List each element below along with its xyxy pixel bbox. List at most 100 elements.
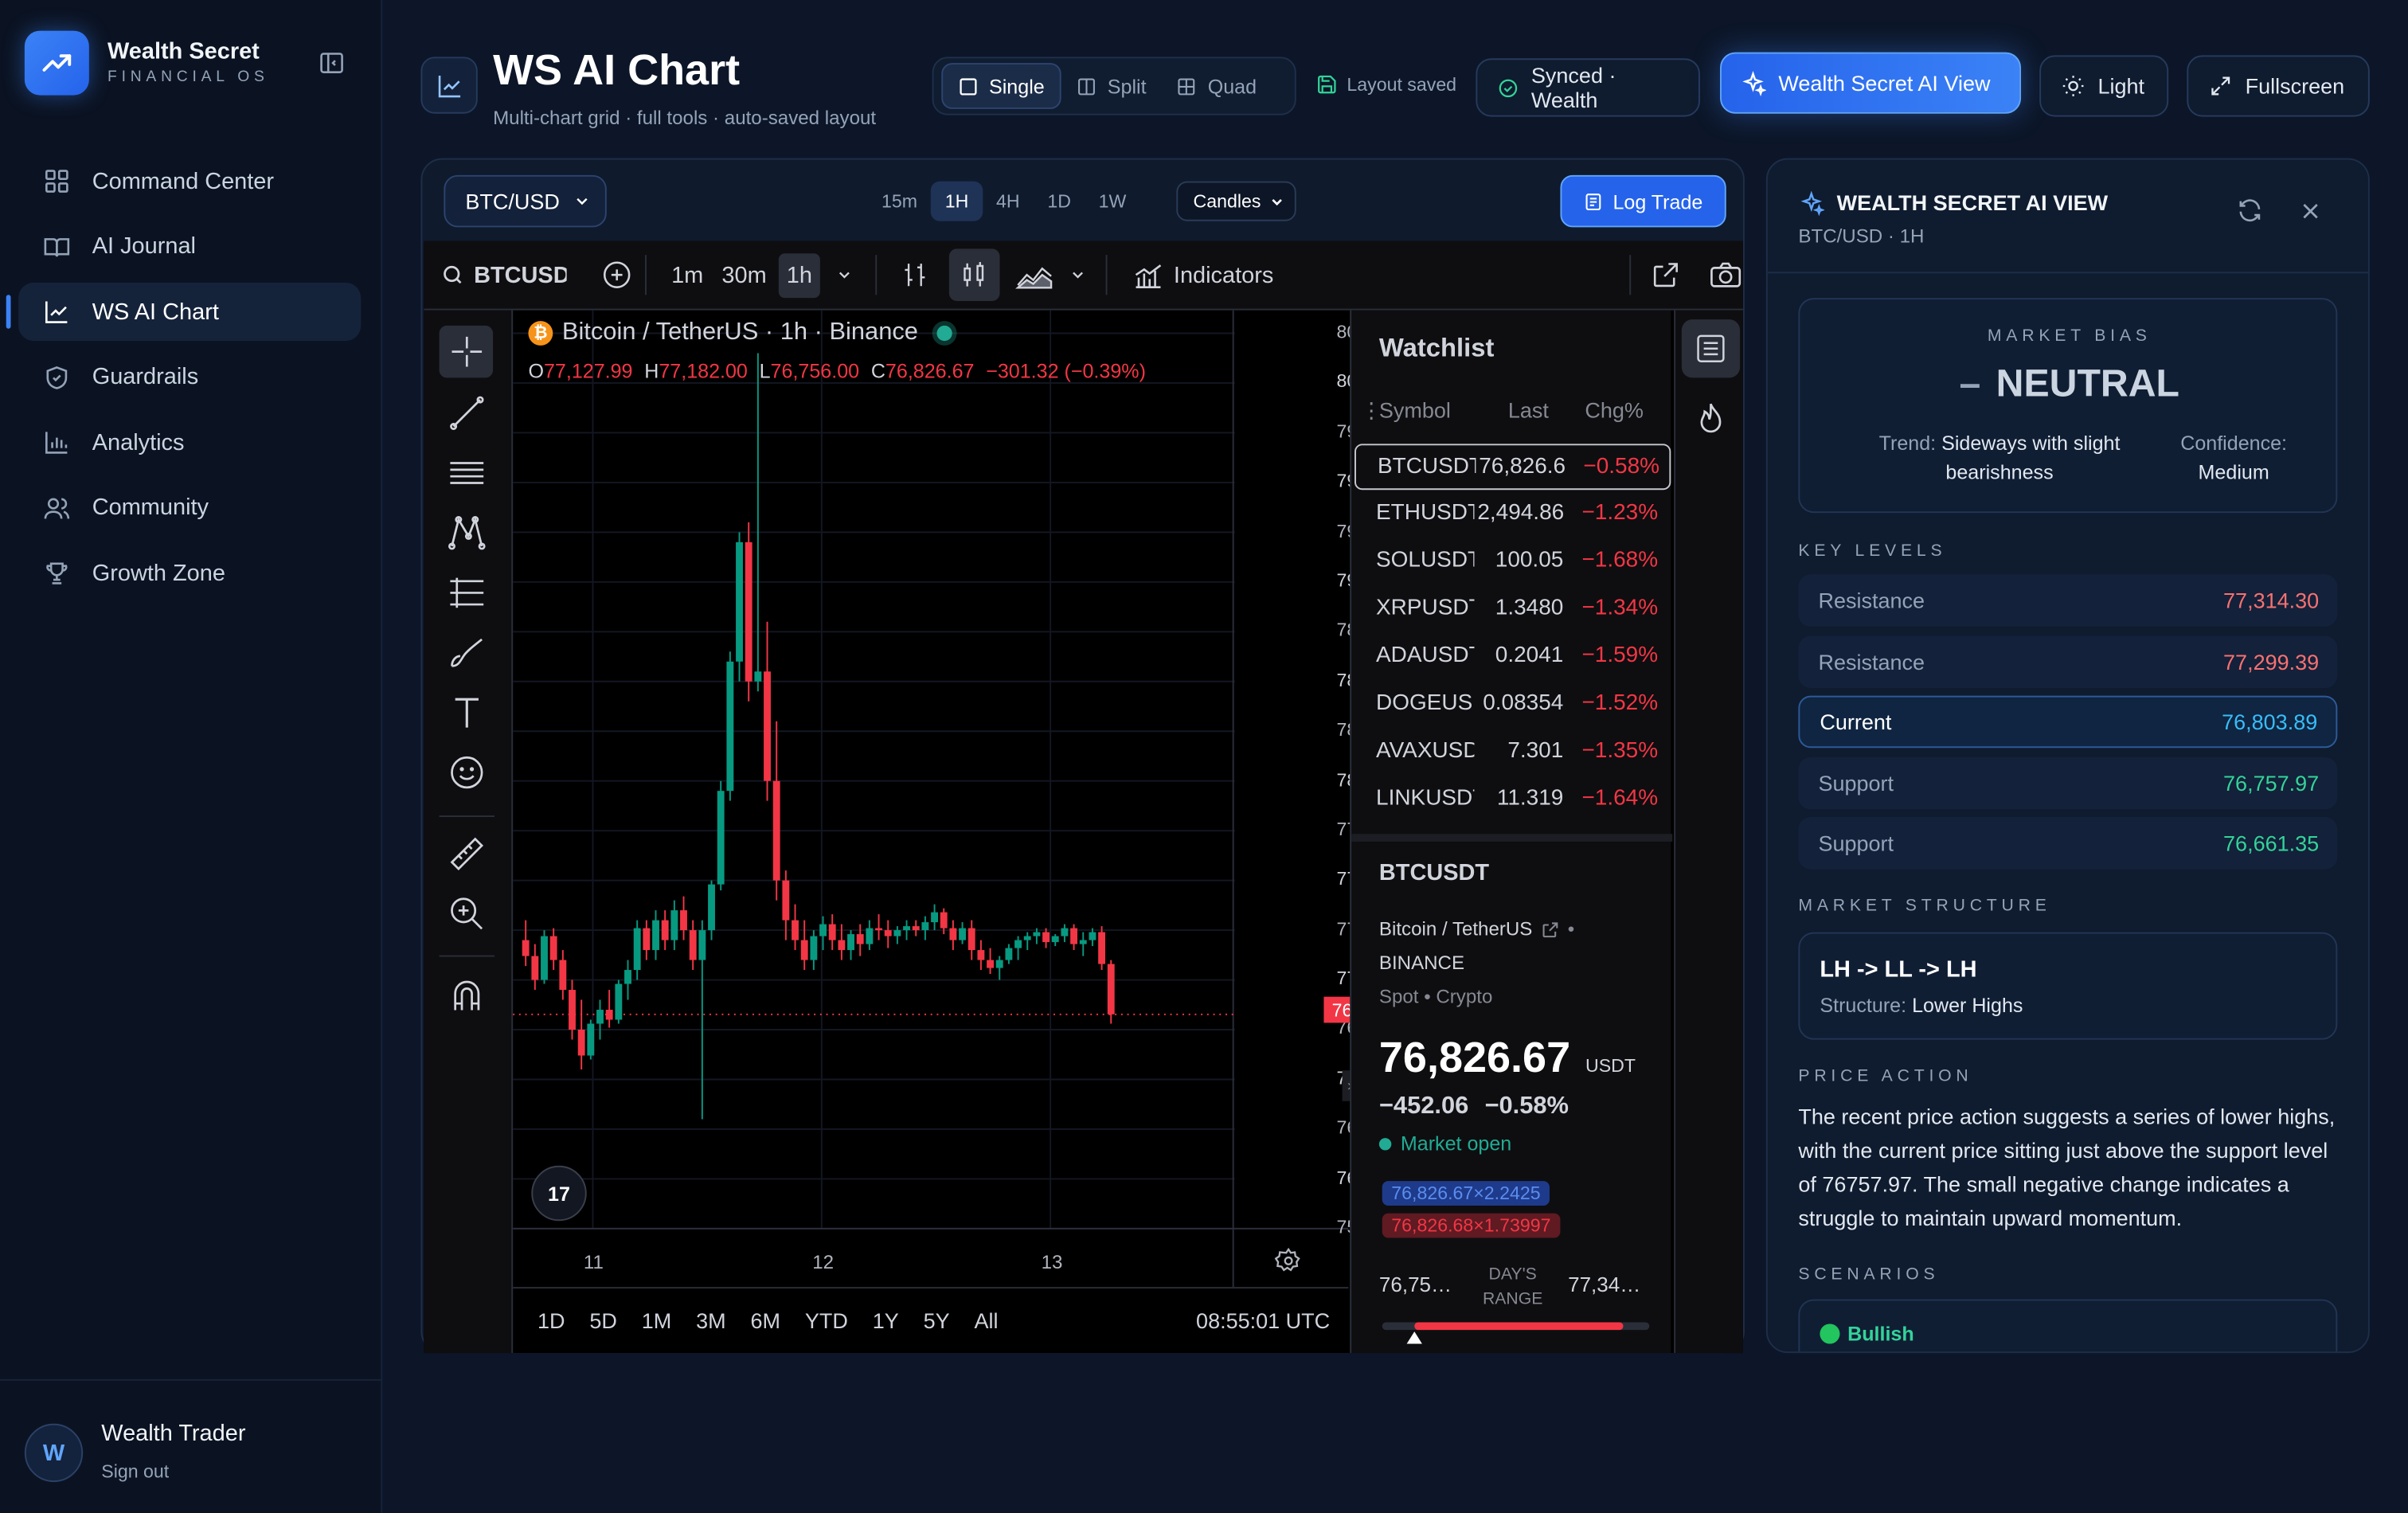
range-1d[interactable]: 1D bbox=[538, 1308, 565, 1333]
chart-settings-button[interactable] bbox=[1274, 1247, 1303, 1275]
sidebar-item-analytics[interactable]: Analytics bbox=[18, 413, 361, 471]
tab-tf-1w[interactable]: 1W bbox=[1085, 182, 1140, 221]
close-button[interactable] bbox=[2297, 198, 2324, 225]
watchlist-col-last[interactable]: Last bbox=[1508, 398, 1549, 423]
key-level-row[interactable]: Resistance 77,314.30 bbox=[1798, 574, 2338, 627]
fullscreen-button[interactable]: Fullscreen bbox=[2187, 55, 2370, 117]
ai-panel-divider bbox=[1767, 272, 2368, 274]
range-5d[interactable]: 5D bbox=[589, 1308, 617, 1333]
watchlist-row[interactable]: LINKUSDT 11.319 −1.64% bbox=[1354, 777, 1671, 823]
range-1y[interactable]: 1Y bbox=[873, 1308, 899, 1333]
watchlist-row[interactable]: DOGEUSDT 0.08354 −1.52% bbox=[1354, 682, 1671, 728]
tv-symbol-search[interactable]: BTCUSD bbox=[474, 262, 566, 288]
range-1m[interactable]: 1M bbox=[642, 1308, 672, 1333]
sidebar-item-ws-ai-chart[interactable]: WS AI Chart bbox=[18, 282, 362, 342]
watchlist-row[interactable]: SOLUSDT 100.05 −1.68% bbox=[1354, 539, 1671, 585]
brush-tool[interactable] bbox=[440, 627, 494, 679]
candle-style-button[interactable] bbox=[948, 248, 1000, 302]
candlestick-chart[interactable] bbox=[513, 310, 1349, 1288]
range-5y[interactable]: 5Y bbox=[924, 1308, 950, 1333]
tv-indicators-button[interactable]: Indicators bbox=[1174, 262, 1273, 288]
refresh-button[interactable] bbox=[2236, 197, 2264, 225]
bid-badge: 76,826.67×2.2425 bbox=[1382, 1181, 1550, 1206]
range-all[interactable]: All bbox=[975, 1308, 999, 1333]
indicators-icon[interactable] bbox=[1132, 258, 1164, 291]
tv-interval-1m[interactable]: 1m bbox=[671, 262, 703, 288]
chevron-down-icon[interactable] bbox=[1069, 266, 1087, 284]
watchlist-row[interactable]: AVAXUSDT 7.301 −1.35% bbox=[1354, 729, 1671, 776]
sidebar-item-community[interactable]: Community bbox=[18, 479, 361, 537]
sidebar-item-ai-journal[interactable]: AI Journal bbox=[18, 217, 361, 276]
watchlist-toggle-button[interactable] bbox=[1681, 319, 1741, 378]
layout-quad-button[interactable]: Quad bbox=[1162, 63, 1272, 109]
layout-single-button[interactable]: Single bbox=[941, 63, 1061, 109]
external-link-icon[interactable] bbox=[1650, 258, 1683, 291]
range-6m[interactable]: 6M bbox=[751, 1308, 781, 1333]
sidebar-item-growth-zone[interactable]: Growth Zone bbox=[18, 544, 361, 602]
watchlist-row[interactable]: ETHUSDT 2,494.86 −1.23% bbox=[1354, 491, 1671, 538]
price-chart[interactable]: ₿ Bitcoin / TetherUS · 1h · Binance O77,… bbox=[513, 310, 1422, 1288]
tab-tf-1d[interactable]: 1D bbox=[1034, 182, 1085, 221]
hot-list-button[interactable] bbox=[1682, 390, 1740, 448]
zoom-tool[interactable] bbox=[440, 888, 494, 940]
market-bias-label: MARKET BIAS bbox=[1987, 326, 2152, 346]
candle-body bbox=[819, 924, 827, 936]
external-link-icon[interactable] bbox=[1540, 919, 1560, 939]
layout-split-button[interactable]: Split bbox=[1061, 63, 1162, 109]
tradingview-logo[interactable]: 17 bbox=[531, 1165, 587, 1222]
tv-interval-30m[interactable]: 30m bbox=[721, 262, 766, 288]
bar-style-icon[interactable] bbox=[901, 260, 930, 291]
tab-tf-1h[interactable]: 1H bbox=[931, 181, 983, 221]
key-level-row[interactable]: Resistance 77,299.39 bbox=[1798, 635, 2338, 688]
chevron-down-icon bbox=[1272, 198, 1282, 205]
trend-line-tool[interactable] bbox=[440, 387, 494, 440]
range-ytd[interactable]: YTD bbox=[805, 1308, 848, 1333]
sidebar-item-guardrails[interactable]: Guardrails bbox=[18, 348, 361, 406]
watchlist-title: Watchlist bbox=[1378, 333, 1495, 363]
key-levels-label: KEY LEVELS bbox=[1798, 541, 1947, 561]
tab-tf-4h[interactable]: 4H bbox=[983, 182, 1034, 221]
app-root: Wealth Secret FINANCIAL OS Command Cente… bbox=[0, 0, 2408, 1513]
brand-logo[interactable] bbox=[24, 30, 89, 96]
watchlist-cell-last: 0.08354 bbox=[1483, 690, 1564, 716]
watchlist-row[interactable]: XRPUSDT 1.3480 −1.34% bbox=[1354, 587, 1671, 633]
tv-interval-1h[interactable]: 1h bbox=[779, 252, 820, 298]
utc-clock[interactable]: 08:55:01 UTC bbox=[1196, 1308, 1330, 1333]
chevron-down-icon[interactable] bbox=[835, 266, 853, 284]
scenario-card-bullish[interactable]: Bullish bbox=[1798, 1299, 2338, 1352]
pattern-tool[interactable] bbox=[440, 506, 494, 559]
avatar[interactable]: W bbox=[24, 1423, 84, 1483]
watchlist-row[interactable]: BTCUSDT76,826.67 −0.58% bbox=[1354, 444, 1671, 491]
crosshair-tool[interactable] bbox=[439, 325, 494, 378]
watchlist-col-symbol[interactable]: Symbol bbox=[1379, 398, 1451, 423]
ruler-tool[interactable] bbox=[440, 828, 494, 881]
sidebar-collapse-button[interactable] bbox=[318, 49, 346, 77]
add-circle-icon[interactable] bbox=[600, 258, 633, 291]
area-chart-icon[interactable] bbox=[1014, 260, 1054, 291]
price-action-text: The recent price action suggests a serie… bbox=[1798, 1104, 2336, 1230]
horizontal-lines-tool[interactable] bbox=[440, 447, 494, 499]
key-level-row[interactable]: Support 76,757.97 bbox=[1798, 756, 2338, 809]
fib-tool[interactable] bbox=[440, 567, 494, 620]
emoji-tool[interactable] bbox=[440, 746, 494, 799]
sidebar-item-command-center[interactable]: Command Center bbox=[18, 152, 361, 210]
sign-out-link[interactable]: Sign out bbox=[101, 1460, 169, 1482]
chart-type-select[interactable]: Candles bbox=[1176, 181, 1296, 221]
watchlist-col-chg[interactable]: Chg% bbox=[1585, 398, 1644, 423]
candle-body bbox=[1098, 932, 1106, 964]
chart-legend-title: Bitcoin / TetherUS · 1h · Binance bbox=[561, 319, 918, 346]
symbol-select[interactable]: BTC/USD bbox=[444, 174, 607, 228]
text-tool[interactable] bbox=[440, 686, 494, 739]
key-level-row[interactable]: Current 76,803.89 bbox=[1798, 695, 2338, 749]
watchlist-row[interactable]: ADAUSDT 0.2041 −1.59% bbox=[1354, 635, 1671, 681]
light-mode-button[interactable]: Light bbox=[2039, 55, 2169, 117]
tab-tf-15m[interactable]: 15m bbox=[868, 182, 932, 221]
ai-view-button[interactable]: Wealth Secret AI View bbox=[1720, 52, 2022, 114]
log-trade-button[interactable]: Log Trade bbox=[1560, 174, 1726, 228]
magnet-tool[interactable] bbox=[440, 969, 494, 1022]
camera-icon[interactable] bbox=[1707, 258, 1743, 291]
range-3m[interactable]: 3M bbox=[696, 1308, 726, 1333]
key-level-row[interactable]: Support 76,661.35 bbox=[1798, 817, 2338, 870]
day-range-bar bbox=[1382, 1322, 1650, 1344]
synced-badge[interactable]: Synced · Wealth bbox=[1476, 58, 1700, 117]
